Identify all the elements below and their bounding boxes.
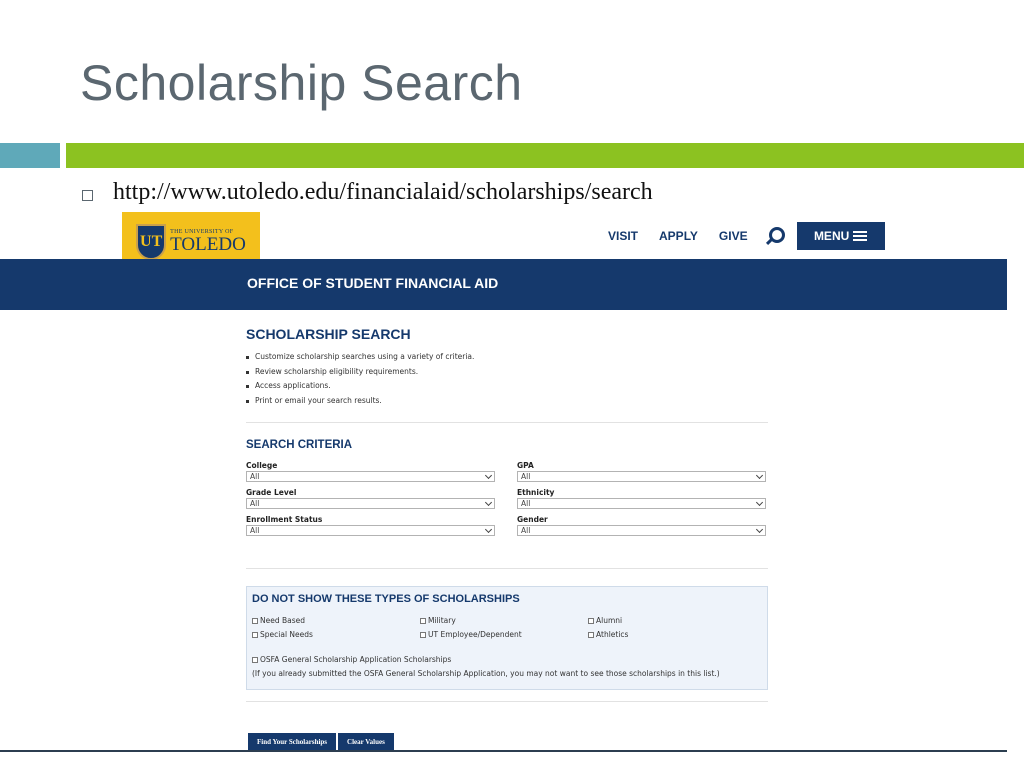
find-scholarships-button[interactable]: Find Your Scholarships [248, 733, 337, 750]
athletics-checkbox[interactable]: Athletics [588, 630, 756, 639]
checkbox-icon [252, 631, 258, 638]
intro-list-item: Print or email your search results. [246, 394, 768, 409]
alumni-label: Alumni [596, 616, 623, 625]
accent-bar-teal [0, 143, 60, 168]
chevron-down-icon [484, 471, 493, 479]
exclude-options: Need Based Military Alumni Special Needs… [252, 616, 762, 639]
gpa-field: GPA All [517, 461, 766, 482]
osfa-label: OSFA General Scholarship Application Sch… [260, 655, 452, 664]
slide-title: Scholarship Search [80, 55, 523, 111]
ut-employee-dependent-label: UT Employee/Dependent [428, 630, 522, 639]
gender-select-value: All [521, 526, 531, 535]
grade-level-field: Grade Level All [246, 488, 495, 509]
nav-visit-link[interactable]: VISIT [608, 229, 638, 243]
divider [246, 422, 768, 423]
main-content: SCHOLARSHIP SEARCH Customize scholarship… [246, 326, 768, 702]
accent-bar-green [66, 143, 1024, 168]
enrollment-status-field: Enrollment Status All [246, 515, 495, 536]
top-nav: VISIT APPLY GIVE MENU [596, 222, 885, 250]
military-checkbox[interactable]: Military [420, 616, 588, 625]
slide-url: http://www.utoledo.edu/financialaid/scho… [113, 179, 653, 205]
gpa-select-value: All [521, 472, 531, 481]
college-field: College All [246, 461, 495, 482]
gender-select[interactable]: All [517, 525, 766, 536]
chevron-down-icon [484, 498, 493, 506]
exclude-types-heading: DO NOT SHOW THESE TYPES OF SCHOLARSHIPS [252, 593, 520, 605]
special-needs-checkbox[interactable]: Special Needs [252, 630, 420, 639]
gpa-label: GPA [517, 461, 534, 470]
nav-give-link[interactable]: GIVE [719, 229, 748, 243]
checkbox-icon [420, 631, 426, 638]
intro-list-item: Review scholarship eligibility requireme… [246, 365, 768, 380]
form-actions: Find Your Scholarships Clear Values [248, 733, 394, 750]
gender-field: Gender All [517, 515, 766, 536]
menu-button-label: MENU [813, 229, 850, 243]
ethnicity-field: Ethnicity All [517, 488, 766, 509]
chevron-down-icon [755, 471, 764, 479]
checkbox-icon [252, 617, 258, 624]
ethnicity-select[interactable]: All [517, 498, 766, 509]
logo-shield-text: UT [140, 232, 163, 250]
enrollment-status-select-value: All [250, 526, 260, 535]
special-needs-label: Special Needs [260, 630, 313, 639]
osfa-note: (If you already submitted the OSFA Gener… [252, 669, 720, 678]
grade-level-select-value: All [250, 499, 260, 508]
checkbox-icon [588, 631, 594, 638]
office-title: OFFICE OF STUDENT FINANCIAL AID [247, 275, 499, 291]
need-based-checkbox[interactable]: Need Based [252, 616, 420, 625]
ut-shield-icon: UT [136, 223, 167, 260]
college-select-value: All [250, 472, 260, 481]
intro-list: Customize scholarship searches using a v… [246, 350, 768, 408]
chevron-down-icon [755, 498, 764, 506]
office-banner: OFFICE OF STUDENT FINANCIAL AID [0, 259, 1007, 310]
divider [246, 568, 768, 569]
search-icon[interactable] [765, 227, 785, 245]
athletics-label: Athletics [596, 630, 629, 639]
chevron-down-icon [484, 525, 493, 533]
intro-list-item: Customize scholarship searches using a v… [246, 350, 768, 365]
bottom-rule [0, 750, 1007, 752]
hamburger-icon [853, 231, 868, 241]
nav-apply-link[interactable]: APPLY [659, 229, 698, 243]
checkbox-icon [252, 656, 258, 663]
logo-wordmark: THE UNIVERSITY OF TOLEDO [170, 229, 246, 254]
page-heading: SCHOLARSHIP SEARCH [246, 326, 411, 342]
ut-employee-dependent-checkbox[interactable]: UT Employee/Dependent [420, 630, 588, 639]
clear-values-button[interactable]: Clear Values [338, 733, 394, 750]
search-criteria-heading: SEARCH CRITERIA [246, 439, 353, 451]
enrollment-status-label: Enrollment Status [246, 515, 323, 524]
checkbox-icon [588, 617, 594, 624]
criteria-fields: College All GPA All Grade Level All Ethn… [246, 461, 768, 536]
college-select[interactable]: All [246, 471, 495, 482]
divider [246, 701, 768, 702]
exclude-types-panel: DO NOT SHOW THESE TYPES OF SCHOLARSHIPS … [246, 586, 768, 690]
ethnicity-select-value: All [521, 499, 531, 508]
bullet-square-icon [82, 190, 93, 201]
ethnicity-label: Ethnicity [517, 488, 555, 497]
osfa-checkbox[interactable]: OSFA General Scholarship Application Sch… [252, 655, 762, 664]
gpa-select[interactable]: All [517, 471, 766, 482]
grade-level-label: Grade Level [246, 488, 297, 497]
need-based-label: Need Based [260, 616, 306, 625]
checkbox-icon [420, 617, 426, 624]
website-screenshot: UT THE UNIVERSITY OF TOLEDO VISIT APPLY … [0, 212, 1024, 768]
intro-list-item: Access applications. [246, 379, 768, 394]
college-label: College [246, 461, 278, 470]
gender-label: Gender [517, 515, 548, 524]
menu-button[interactable]: MENU [796, 222, 885, 250]
enrollment-status-select[interactable]: All [246, 525, 495, 536]
logo-big-text: TOLEDO [170, 234, 246, 255]
grade-level-select[interactable]: All [246, 498, 495, 509]
chevron-down-icon [755, 525, 764, 533]
alumni-checkbox[interactable]: Alumni [588, 616, 756, 625]
military-label: Military [428, 616, 456, 625]
